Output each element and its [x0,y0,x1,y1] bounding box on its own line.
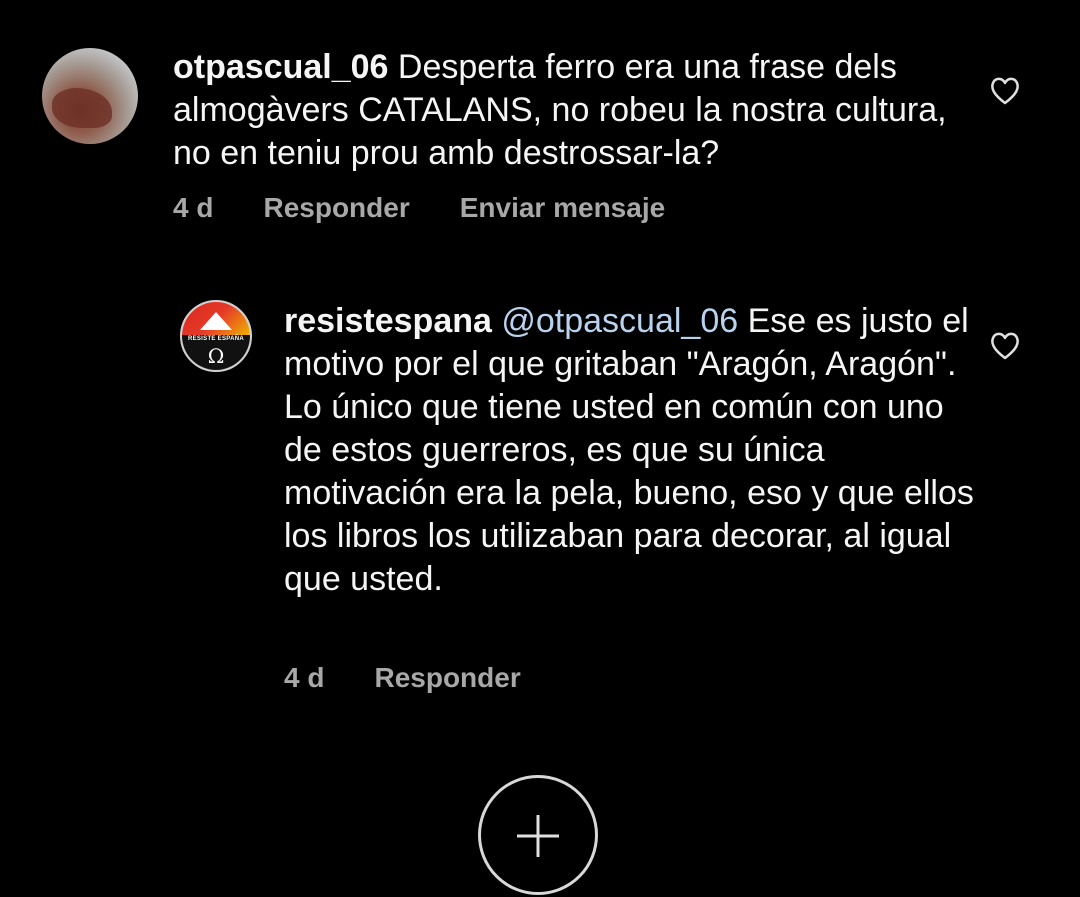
logo-band-text: RESISTE ESPAÑA [182,335,250,344]
comment-body: Ese es justo el motivo por el que gritab… [284,302,974,598]
comment-mention[interactable]: @otpascual_06 [492,302,738,340]
comment-text: resistespana @otpascual_06 Ese es justo … [284,300,974,601]
omega-icon: Ω [182,344,250,370]
avatar-image [52,88,112,128]
send-message-button[interactable]: Enviar mensaje [460,192,665,223]
plus-icon [517,815,559,857]
comment-meta: 4 d Responder [284,662,571,694]
avatar[interactable] [42,48,138,144]
heart-icon[interactable] [989,331,1021,361]
comment-username[interactable]: resistespana [284,302,492,340]
add-comment-button[interactable] [478,775,598,895]
reply-button[interactable]: Responder [263,192,409,223]
comment-username[interactable]: otpascual_06 [173,48,388,86]
reply-button[interactable]: Responder [374,662,520,693]
comment-meta: 4 d Responder Enviar mensaje [173,192,715,224]
comment-age: 4 d [173,192,214,223]
avatar[interactable]: RESISTE ESPAÑA Ω [180,300,252,372]
comment-age: 4 d [284,662,325,693]
logo-mountain [200,312,232,330]
comment-text: otpascual_06 Desperta ferro era una fras… [173,46,973,175]
heart-icon[interactable] [989,76,1021,106]
